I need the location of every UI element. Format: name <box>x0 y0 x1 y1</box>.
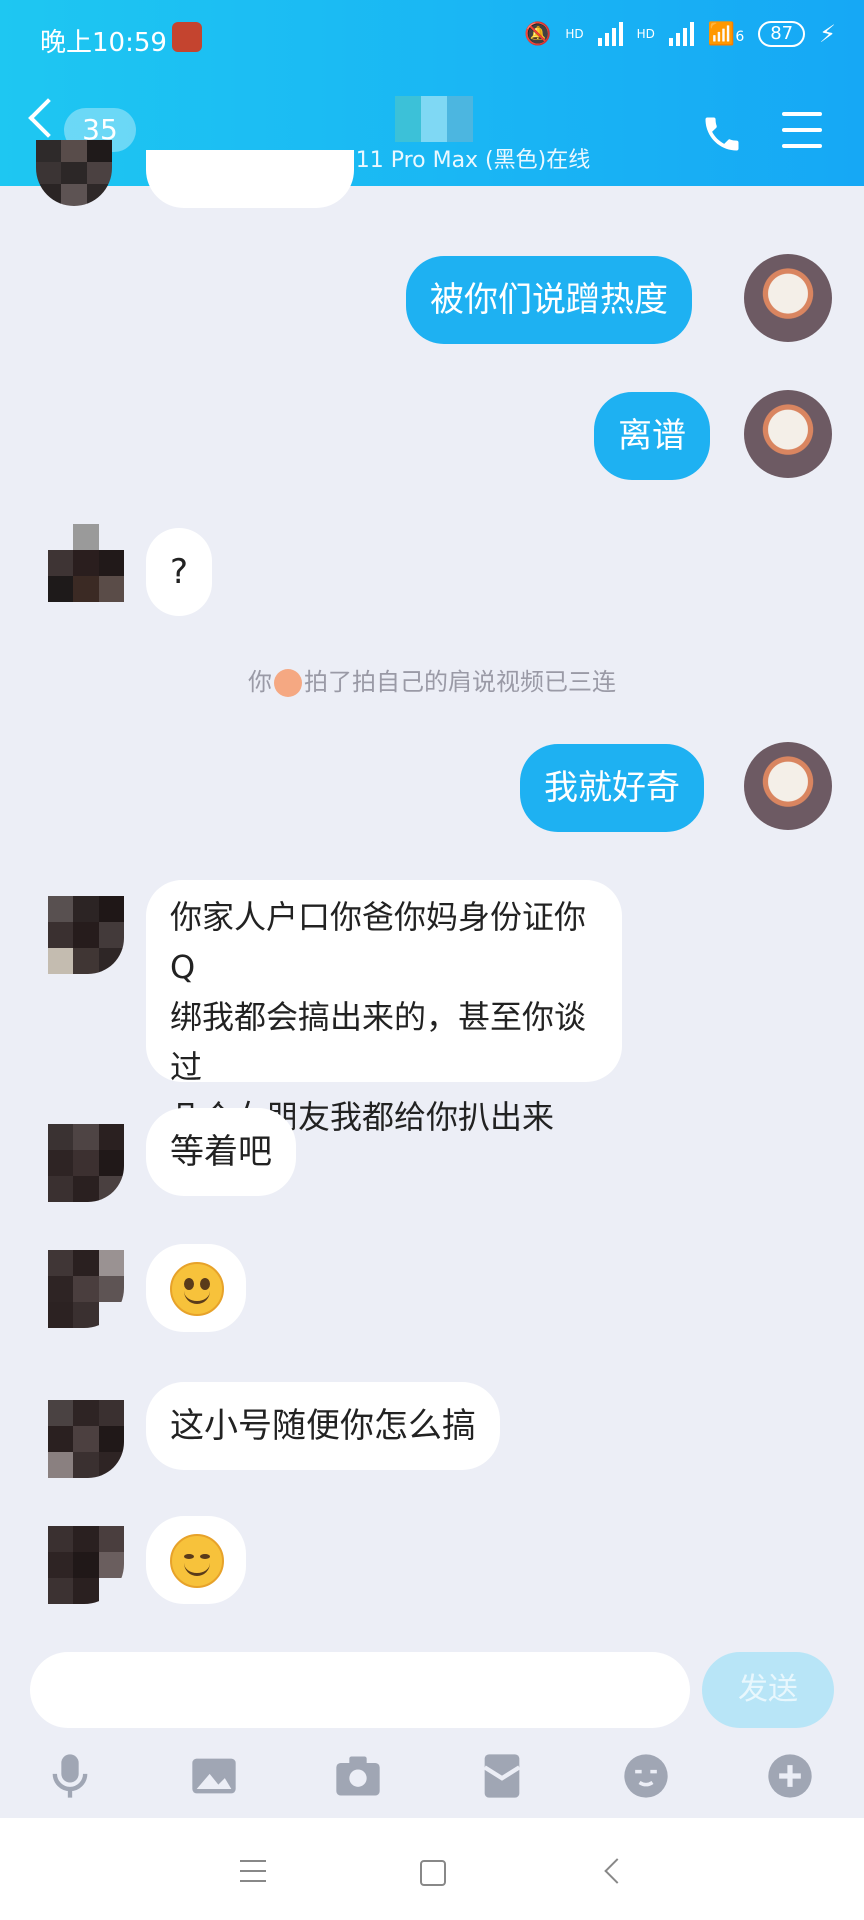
message-bubble-incoming[interactable] <box>146 1244 246 1332</box>
hd-label-2: HD <box>636 27 655 41</box>
avatar-contact[interactable] <box>48 1250 124 1328</box>
system-notice-prefix: 你 <box>248 668 272 696</box>
charging-icon: ⚡ <box>819 20 836 48</box>
message-bubble-outgoing[interactable]: 被你们说蹭热度 <box>406 256 692 344</box>
chat-toolbar <box>0 1740 864 1820</box>
nav-back-icon[interactable] <box>604 1858 630 1884</box>
emoji-icon[interactable] <box>620 1750 672 1802</box>
avatar-contact[interactable] <box>48 1124 124 1202</box>
battery-indicator: 87 <box>758 21 806 47</box>
message-bubble-outgoing[interactable]: 离谱 <box>594 392 710 480</box>
smirk-emoji-icon <box>170 1534 224 1588</box>
wifi-label: 6 <box>735 28 745 45</box>
message-bubble-incoming[interactable]: 你家人户口你爸你妈身份证你Q 绑我都会搞出来的，甚至你谈过 几个女朋友我都给你扒… <box>146 880 622 1136</box>
system-notice: 你 拍了拍自己的肩说视频已三连 <box>0 662 864 697</box>
signal-icon-2 <box>668 22 694 46</box>
signal-icon-1 <box>597 22 623 46</box>
message-bubble-incoming[interactable]: 等着吧 <box>146 1108 296 1196</box>
chat-header: 晚上10:59 🔕 HD HD 📶6 87 ⚡ 35 iphone 11 Pro… <box>0 0 864 186</box>
recent-apps-icon[interactable] <box>240 1860 266 1882</box>
mic-icon[interactable] <box>44 1750 96 1802</box>
phone-icon[interactable] <box>700 112 744 156</box>
menu-icon[interactable] <box>782 112 822 148</box>
avatar-self[interactable] <box>744 390 832 478</box>
status-time: 晚上10:59 <box>40 28 167 58</box>
avatar-contact[interactable] <box>48 1400 124 1478</box>
image-icon[interactable] <box>188 1750 240 1802</box>
message-bubble-partial[interactable] <box>146 150 354 208</box>
avatar-self[interactable] <box>744 254 832 342</box>
contact-name-blurred <box>395 96 475 142</box>
avatar-self[interactable] <box>744 742 832 830</box>
send-button[interactable]: 发送 <box>702 1652 834 1728</box>
message-bubble-incoming[interactable] <box>146 1516 246 1604</box>
app-notification-icon <box>172 22 202 52</box>
avatar-contact[interactable] <box>48 1526 124 1604</box>
avatar-contact[interactable] <box>48 524 124 602</box>
plus-icon[interactable] <box>764 1750 816 1802</box>
message-bubble-outgoing[interactable]: 我就好奇 <box>520 744 704 832</box>
camera-icon[interactable] <box>332 1750 384 1802</box>
system-navigation-bar <box>0 1818 864 1920</box>
avatar-contact[interactable] <box>48 896 124 974</box>
mute-bell-icon: 🔕 <box>523 21 552 47</box>
avatar-contact[interactable] <box>36 140 112 206</box>
system-notice-text: 拍了拍自己的肩说视频已三连 <box>304 668 616 696</box>
home-icon[interactable] <box>420 1860 446 1886</box>
waving-hand-icon <box>274 669 302 697</box>
red-packet-icon[interactable] <box>476 1750 528 1802</box>
back-icon[interactable] <box>28 98 68 138</box>
wifi-icon: 📶6 <box>707 21 745 47</box>
status-indicators: 🔕 HD HD 📶6 87 ⚡ <box>524 20 836 48</box>
hd-label-1: HD <box>565 27 584 41</box>
message-input[interactable] <box>30 1652 690 1728</box>
message-bubble-incoming[interactable]: 这小号随便你怎么搞 <box>146 1382 500 1470</box>
message-bubble-incoming[interactable]: ? <box>146 528 213 616</box>
smile-emoji-icon <box>170 1262 224 1316</box>
